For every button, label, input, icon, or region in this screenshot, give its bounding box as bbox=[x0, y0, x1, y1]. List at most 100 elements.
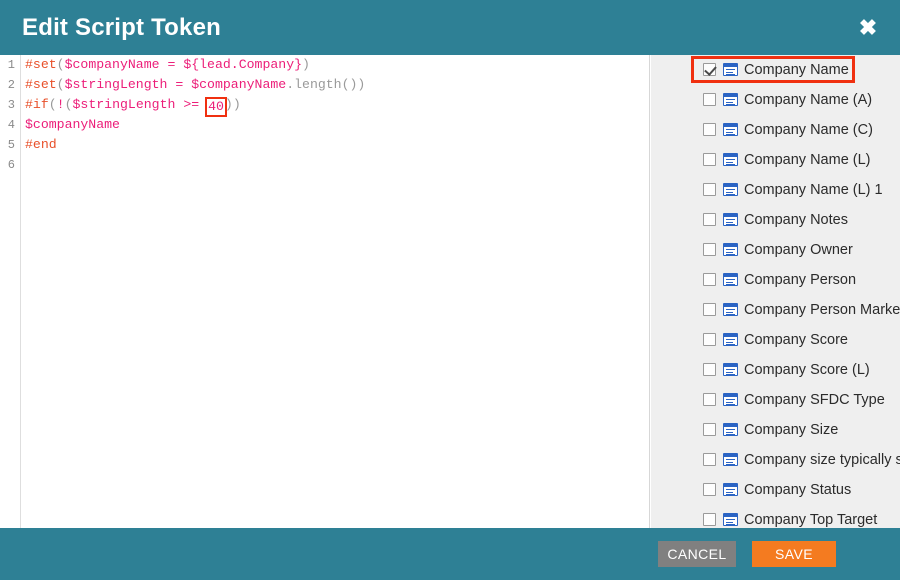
field-label: Company Person Marketable bbox=[744, 302, 900, 318]
field-checkbox[interactable] bbox=[703, 393, 716, 406]
dialog-header: Edit Script Token ✖ bbox=[0, 0, 900, 55]
field-checkbox[interactable] bbox=[703, 123, 716, 136]
code-line[interactable]: #end bbox=[25, 135, 649, 155]
field-list-item[interactable]: Company Name bbox=[651, 55, 900, 85]
code-line[interactable]: #set($stringLength = $companyName.length… bbox=[25, 75, 649, 95]
close-icon[interactable]: ✖ bbox=[854, 14, 882, 42]
field-checkbox[interactable] bbox=[703, 513, 716, 526]
field-list-item[interactable]: Company SFDC Type bbox=[651, 385, 900, 415]
field-label: Company size typically sells to bbox=[744, 452, 900, 468]
code-token: ( bbox=[56, 77, 65, 92]
field-label: Company Name (L) 1 bbox=[744, 182, 883, 198]
field-list-item[interactable]: Company Score bbox=[651, 325, 900, 355]
field-checkbox[interactable] bbox=[703, 273, 716, 286]
script-code-editor[interactable]: 1 2 3 4 5 6 #set($companyName = ${lead.Compan… bbox=[0, 55, 650, 528]
field-icon bbox=[723, 333, 738, 346]
editor-code-area[interactable]: #set($companyName = ${lead.Company}) #set… bbox=[22, 55, 649, 528]
field-checkbox[interactable] bbox=[703, 183, 716, 196]
field-list-item[interactable]: Company Score (L) bbox=[651, 355, 900, 385]
field-checkbox[interactable] bbox=[703, 213, 716, 226]
field-checkbox[interactable] bbox=[703, 63, 716, 76]
field-list-item[interactable]: Company Top Target bbox=[651, 505, 900, 528]
code-token: #set bbox=[25, 77, 57, 92]
field-icon bbox=[723, 213, 738, 226]
field-label: Company Score bbox=[744, 332, 848, 348]
field-list-item[interactable]: Company Name (C) bbox=[651, 115, 900, 145]
field-icon bbox=[723, 93, 738, 106]
field-icon bbox=[723, 273, 738, 286]
field-checkbox[interactable] bbox=[703, 153, 716, 166]
line-number: 3 bbox=[7, 98, 15, 112]
field-checkbox[interactable] bbox=[703, 423, 716, 436]
field-list-item[interactable]: Company Status bbox=[651, 475, 900, 505]
code-token: $stringLength bbox=[72, 97, 176, 112]
code-token: ) bbox=[302, 57, 310, 72]
field-label: Company Name (L) bbox=[744, 152, 871, 168]
field-list-item[interactable]: Company Person bbox=[651, 265, 900, 295]
line-number: 2 bbox=[7, 78, 15, 92]
field-icon bbox=[723, 513, 738, 526]
field-checkbox[interactable] bbox=[703, 243, 716, 256]
edit-script-token-dialog: Edit Script Token ✖ 123456 #set($company… bbox=[0, 0, 900, 580]
field-label: Company Status bbox=[744, 482, 852, 498]
code-token: ()) bbox=[341, 77, 366, 92]
field-label: Company Notes bbox=[744, 212, 848, 228]
field-label: Company Name (C) bbox=[744, 122, 873, 138]
field-icon bbox=[723, 303, 738, 316]
field-label: Company SFDC Type bbox=[744, 392, 885, 408]
highlighted-value: 40 bbox=[205, 97, 227, 117]
field-checkbox[interactable] bbox=[703, 93, 716, 106]
field-label: Company Person bbox=[744, 272, 857, 288]
code-token: $companyName bbox=[191, 77, 287, 92]
token-field-panel[interactable]: Company Name Company Name (A) Company Name… bbox=[651, 55, 900, 528]
code-token: ${lead.Company} bbox=[183, 57, 303, 72]
field-label: Company Name (A) bbox=[744, 92, 873, 108]
field-icon bbox=[723, 153, 738, 166]
code-token: ! bbox=[56, 97, 65, 112]
field-list-item[interactable]: Company Name (A) bbox=[651, 85, 900, 115]
field-label: Company Size bbox=[744, 422, 839, 438]
code-token: ( bbox=[48, 97, 57, 112]
line-number: 1 bbox=[7, 58, 15, 72]
dialog-footer: CANCEL SAVE bbox=[0, 528, 900, 580]
field-icon bbox=[723, 423, 738, 436]
field-checkbox[interactable] bbox=[703, 303, 716, 316]
code-token: #if bbox=[25, 97, 49, 112]
field-label: Company Name bbox=[744, 62, 849, 78]
code-line[interactable]: #if(!($stringLength >= 40)) bbox=[25, 95, 649, 117]
field-list-item[interactable]: Company Size bbox=[651, 415, 900, 445]
field-label: Company Owner bbox=[744, 242, 853, 258]
field-icon bbox=[723, 453, 738, 466]
field-checkbox[interactable] bbox=[703, 453, 716, 466]
save-button[interactable]: SAVE bbox=[752, 541, 836, 567]
dialog-body: 1 2 3 4 5 6 #set($companyName = ${lead.Compan… bbox=[0, 55, 900, 528]
field-list-item[interactable]: Company Notes bbox=[651, 205, 900, 235]
field-list: Company Name Company Name (A) Company Name… bbox=[651, 55, 900, 528]
field-checkbox[interactable] bbox=[703, 333, 716, 346]
code-line[interactable] bbox=[25, 155, 649, 175]
line-number: 5 bbox=[7, 138, 15, 152]
field-list-item[interactable]: Company Owner bbox=[651, 235, 900, 265]
field-checkbox[interactable] bbox=[703, 363, 716, 376]
code-token: $stringLength bbox=[64, 77, 168, 92]
code-token: #set bbox=[25, 57, 57, 72]
code-token: ( bbox=[56, 57, 65, 72]
page-title: Edit Script Token bbox=[22, 14, 221, 41]
field-list-item[interactable]: Company Name (L) bbox=[651, 145, 900, 175]
field-icon bbox=[723, 243, 738, 256]
editor-gutter: 1 2 3 4 5 6 bbox=[0, 55, 21, 528]
field-list-item[interactable]: Company Person Marketable bbox=[651, 295, 900, 325]
field-label: Company Score (L) bbox=[744, 362, 870, 378]
field-list-item[interactable]: Company size typically sells to bbox=[651, 445, 900, 475]
field-icon bbox=[723, 363, 738, 376]
field-icon bbox=[723, 183, 738, 196]
code-token: ( bbox=[64, 97, 73, 112]
code-line[interactable]: $companyName bbox=[25, 115, 649, 135]
cancel-button[interactable]: CANCEL bbox=[658, 541, 736, 567]
code-token: .length bbox=[286, 77, 342, 92]
field-checkbox[interactable] bbox=[703, 483, 716, 496]
field-list-item[interactable]: Company Name (L) 1 bbox=[651, 175, 900, 205]
code-line[interactable]: #set($companyName = ${lead.Company}) bbox=[25, 55, 649, 75]
line-number: 6 bbox=[7, 158, 15, 172]
